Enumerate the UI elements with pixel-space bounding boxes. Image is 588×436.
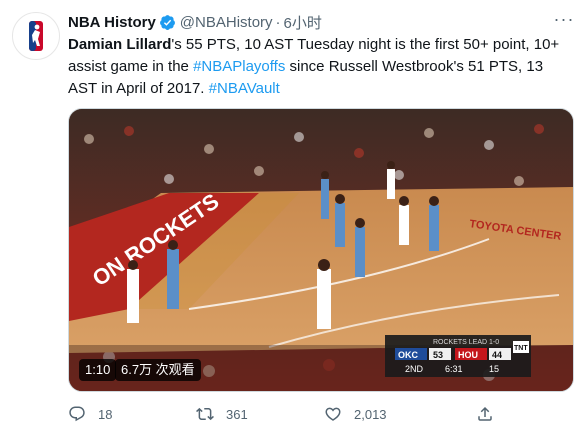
scoreboard-quarter: 2ND: [405, 364, 424, 374]
scoreboard-team-away: OKC: [398, 350, 419, 360]
author-name[interactable]: NBA History: [68, 14, 156, 31]
scoreboard-score-away: 53: [433, 350, 443, 360]
retweet-button[interactable]: 361: [196, 400, 248, 428]
scoreboard-clock: 6:31: [445, 364, 463, 374]
tweet-header: NBA History @NBAHistory · 6小时: [68, 12, 322, 32]
retweet-count: 361: [226, 406, 248, 422]
tweet-timestamp[interactable]: 6小时: [284, 12, 322, 33]
reply-count: 18: [98, 406, 113, 422]
author-handle[interactable]: @NBAHistory: [180, 14, 273, 31]
scoreboard: ROCKETS LEAD 1-0 OKC 53 HOU 44 2ND 6:31 …: [385, 335, 531, 377]
video-duration: 1:10: [79, 359, 117, 381]
like-button[interactable]: 2,013: [324, 400, 387, 428]
retweet-icon: [196, 407, 214, 421]
more-options-button[interactable]: ···: [550, 8, 578, 30]
share-icon: [478, 406, 492, 421]
video-views: 6.7万 次观看: [115, 359, 201, 381]
video-player[interactable]: ON ROCKETS TOYOTA CENTER ROCKETS LEAD 1-…: [68, 108, 574, 392]
hashtag-nbavault[interactable]: #NBAVault: [209, 80, 280, 97]
scoreboard-shot-clock: 15: [489, 364, 499, 374]
hashtag-nbaplayoffs[interactable]: #NBAPlayoffs: [193, 58, 285, 75]
like-count: 2,013: [354, 406, 387, 422]
like-icon: [325, 407, 341, 421]
scoreboard-team-home: HOU: [458, 350, 478, 360]
nba-logo-icon: [29, 21, 43, 51]
scoreboard-score-home: 44: [492, 350, 502, 360]
reply-button[interactable]: 18: [68, 400, 112, 428]
verified-icon: [159, 14, 175, 30]
tweet-text: Damian Lillard's 55 PTS, 10 AST Tuesday …: [68, 34, 574, 100]
reply-icon: [69, 406, 85, 422]
avatar[interactable]: [12, 12, 60, 60]
mention-player: Damian Lillard: [68, 36, 172, 53]
header-separator: ·: [275, 13, 281, 31]
scoreboard-title: ROCKETS LEAD 1-0: [433, 339, 499, 346]
network-logo: TNT: [514, 345, 528, 352]
share-button[interactable]: [476, 400, 494, 428]
tweet-actions: 18 361 2,013: [68, 400, 574, 428]
